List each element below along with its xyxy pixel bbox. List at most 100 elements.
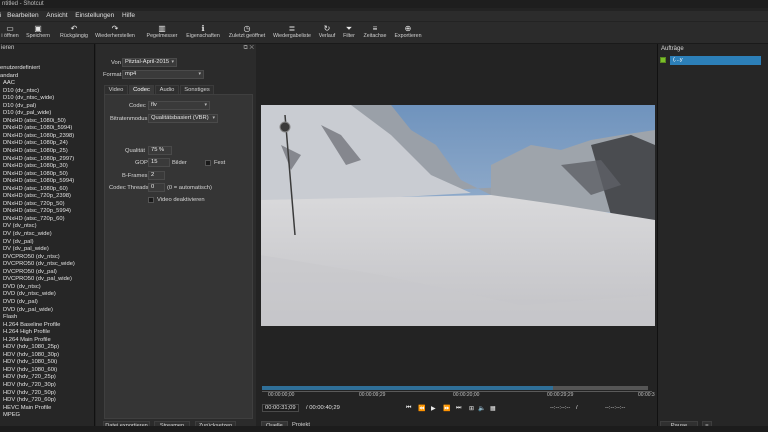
timeline-track[interactable] bbox=[262, 386, 648, 390]
bframes-spinbox[interactable]: 2 bbox=[148, 171, 165, 180]
preset-list-item[interactable]: DNxHD (atsc_720p_50) bbox=[0, 201, 94, 209]
preset-list-item[interactable]: andard bbox=[0, 73, 94, 81]
status-bar bbox=[0, 426, 768, 432]
bitrate-mode-combo[interactable]: Qualitätsbasiert (VBR) ▾ bbox=[148, 114, 218, 123]
preset-list-item[interactable]: DVD (dv_ntsc_wide) bbox=[0, 291, 94, 299]
preset-list-item[interactable]: HDV (hdv_720_30p) bbox=[0, 382, 94, 390]
save-button[interactable]: ▣ Speichern bbox=[25, 24, 51, 43]
menu-view[interactable]: Ansicht bbox=[46, 12, 67, 19]
preset-list-item[interactable]: DVCPRO50 (dv_ntsc) bbox=[0, 254, 94, 262]
grid-icon[interactable]: ▦ bbox=[490, 405, 496, 412]
filter-button[interactable]: ⏷ Filter bbox=[341, 24, 357, 43]
play-icon[interactable]: ▶ bbox=[431, 405, 436, 412]
job-progress-bar[interactable]: (...y bbox=[670, 56, 761, 65]
history-button[interactable]: ↻ Verlauf bbox=[316, 24, 338, 43]
preset-list-item[interactable]: HEVC Main Profile bbox=[0, 405, 94, 413]
zoom-icon[interactable]: ⊞ bbox=[469, 405, 474, 412]
preset-list-item[interactable]: H.264 Main Profile bbox=[0, 337, 94, 345]
preset-list-item[interactable]: DV (dv_ntsc_wide) bbox=[0, 231, 94, 239]
folder-open-icon: ▭ bbox=[6, 24, 14, 33]
preset-list-item[interactable]: DNxHD (atsc_1080p_5994) bbox=[0, 178, 94, 186]
preset-list-item[interactable]: H.264 High Profile bbox=[0, 329, 94, 337]
format-combo[interactable]: mp4 ▾ bbox=[122, 70, 204, 79]
preset-list-item[interactable]: DNxHD (atsc_720p_5994) bbox=[0, 208, 94, 216]
preset-list-item[interactable]: DVCPRO50 (dv_pal) bbox=[0, 269, 94, 277]
bitrate-mode-label: Bitratenmodus bbox=[110, 116, 148, 122]
preset-list-item[interactable]: enutzerdefiniert bbox=[0, 65, 94, 73]
from-combo[interactable]: Pitztal-April-2015 ▾ bbox=[122, 58, 177, 67]
menu-help[interactable]: Hilfe bbox=[122, 12, 135, 19]
preset-list-item[interactable]: DV (dv_pal_wide) bbox=[0, 246, 94, 254]
export-icon: ⊕ bbox=[404, 24, 412, 33]
redo-button[interactable]: ↷ Wiederherstellen bbox=[93, 24, 137, 43]
preset-list-item[interactable]: HDV (hdv_720_60p) bbox=[0, 397, 94, 405]
preset-list-item[interactable]: DV (dv_pal) bbox=[0, 239, 94, 247]
preset-list-item[interactable]: DVD (dv_ntsc) bbox=[0, 284, 94, 292]
menu-file[interactable]: i bbox=[0, 12, 1, 19]
preset-list-item[interactable]: DVD (dv_pal) bbox=[0, 299, 94, 307]
quality-spinbox[interactable]: 75 % bbox=[148, 146, 172, 155]
preset-list-item[interactable]: DNxHD (atsc_1080i_50) bbox=[0, 118, 94, 126]
preset-list-item[interactable]: AAC bbox=[0, 80, 94, 88]
from-label: Von bbox=[111, 60, 121, 66]
preset-list-item[interactable]: DNxHD (atsc_1080p_2398) bbox=[0, 133, 94, 141]
preset-list-item[interactable]: HDV (hdv_1080_30p) bbox=[0, 352, 94, 360]
preset-list-item[interactable]: DVD (dv_pal_wide) bbox=[0, 307, 94, 315]
open-file-button[interactable]: ▭ i öffnen bbox=[0, 24, 20, 43]
undo-button[interactable]: ↶ Rückgängig bbox=[59, 24, 89, 43]
rewind-icon[interactable]: ⏪ bbox=[418, 405, 425, 412]
menu-edit[interactable]: Bearbeiten bbox=[7, 12, 38, 19]
preset-list-item[interactable]: D10 (dv_ntsc_wide) bbox=[0, 95, 94, 103]
preset-list-item[interactable]: D10 (dv_ntsc) bbox=[0, 88, 94, 96]
preset-list-item[interactable]: D10 (dv_pal) bbox=[0, 103, 94, 111]
position-timecode[interactable]: 00:00:31;09 bbox=[262, 404, 299, 413]
tab-codec[interactable]: Codec bbox=[129, 85, 154, 94]
timeline-button[interactable]: ≡ Zeitachse bbox=[361, 24, 389, 43]
playback-timeline[interactable]: 00:00:00;00 00:00:09;29 00:00:20;00 00:0… bbox=[262, 386, 655, 398]
preset-list-item[interactable]: HDV (hdv_720_25p) bbox=[0, 374, 94, 382]
quality-label: Qualität bbox=[125, 148, 145, 154]
level-meter-button[interactable]: ▥ Pegelmesser bbox=[145, 24, 179, 43]
tab-video[interactable]: Video bbox=[104, 85, 128, 94]
job-row[interactable]: (...y bbox=[660, 56, 762, 65]
playlist-button[interactable]: ≣ Wiedergabeliste bbox=[272, 24, 312, 43]
dock-buttons-icon[interactable]: ⧉ ✕ bbox=[243, 45, 254, 52]
menu-settings[interactable]: Einstellungen bbox=[75, 12, 114, 19]
preset-list-item[interactable]: HDV (hdv_1080_50i) bbox=[0, 359, 94, 367]
preset-list-item[interactable]: DNxHD (atsc_1080p_30) bbox=[0, 163, 94, 171]
skip-to-end-icon[interactable]: ⏭ bbox=[456, 405, 461, 412]
recent-button[interactable]: ◷ Zuletzt geöffnet bbox=[226, 24, 268, 43]
preset-list-item[interactable]: H.264 Baseline Profile bbox=[0, 322, 94, 330]
fast-forward-icon[interactable]: ⏩ bbox=[443, 405, 450, 412]
properties-button[interactable]: ℹ Eigenschaften bbox=[183, 24, 223, 43]
preset-list-item[interactable]: HDV (hdv_1080_25p) bbox=[0, 344, 94, 352]
tab-audio[interactable]: Audio bbox=[155, 85, 179, 94]
preset-list-item[interactable]: DV (dv_ntsc) bbox=[0, 223, 94, 231]
preset-list-item[interactable]: DNxHD (atsc_720p_2398) bbox=[0, 193, 94, 201]
fixed-gop-checkbox[interactable] bbox=[205, 160, 211, 166]
preset-list-item[interactable]: DNxHD (atsc_1080i_5994) bbox=[0, 125, 94, 133]
codec-combo[interactable]: flv ▾ bbox=[148, 101, 210, 110]
skip-to-start-icon[interactable]: ⏮ bbox=[406, 405, 411, 412]
preset-list-item[interactable]: Flash bbox=[0, 314, 94, 322]
preset-list-item[interactable]: MPEG bbox=[0, 412, 94, 420]
disable-video-checkbox[interactable] bbox=[148, 197, 154, 203]
preset-list-item[interactable]: DNxHD (atsc_720p_60) bbox=[0, 216, 94, 224]
volume-icon[interactable]: 🔈 bbox=[478, 405, 485, 412]
codec-threads-label: Codec Threads bbox=[109, 185, 149, 191]
preset-list-item[interactable]: DVCPRO50 (dv_pal_wide) bbox=[0, 276, 94, 284]
codec-threads-spinbox[interactable]: 0 bbox=[148, 183, 165, 192]
save-icon: ▣ bbox=[34, 24, 42, 33]
preset-list-item[interactable]: D10 (dv_pal_wide) bbox=[0, 110, 94, 118]
preset-list-item[interactable]: DVCPRO50 (dv_ntsc_wide) bbox=[0, 261, 94, 269]
preset-list-item[interactable]: HDV (hdv_1080_60i) bbox=[0, 367, 94, 375]
preset-list-item[interactable]: DNxHD (atsc_1080p_2997) bbox=[0, 156, 94, 164]
preset-list-item[interactable]: DNxHD (atsc_1080p_24) bbox=[0, 140, 94, 148]
preset-list-item[interactable]: DNxHD (atsc_1080p_25) bbox=[0, 148, 94, 156]
preset-list-item[interactable]: DNxHD (atsc_1080p_50) bbox=[0, 171, 94, 179]
gop-spinbox[interactable]: 15 bbox=[148, 158, 170, 167]
preset-list-item[interactable]: HDV (hdv_720_50p) bbox=[0, 390, 94, 398]
tab-other[interactable]: Sonstiges bbox=[180, 85, 214, 94]
preset-list-item[interactable]: DNxHD (atsc_1080p_60) bbox=[0, 186, 94, 194]
export-button[interactable]: ⊕ Exportieren bbox=[392, 24, 424, 43]
